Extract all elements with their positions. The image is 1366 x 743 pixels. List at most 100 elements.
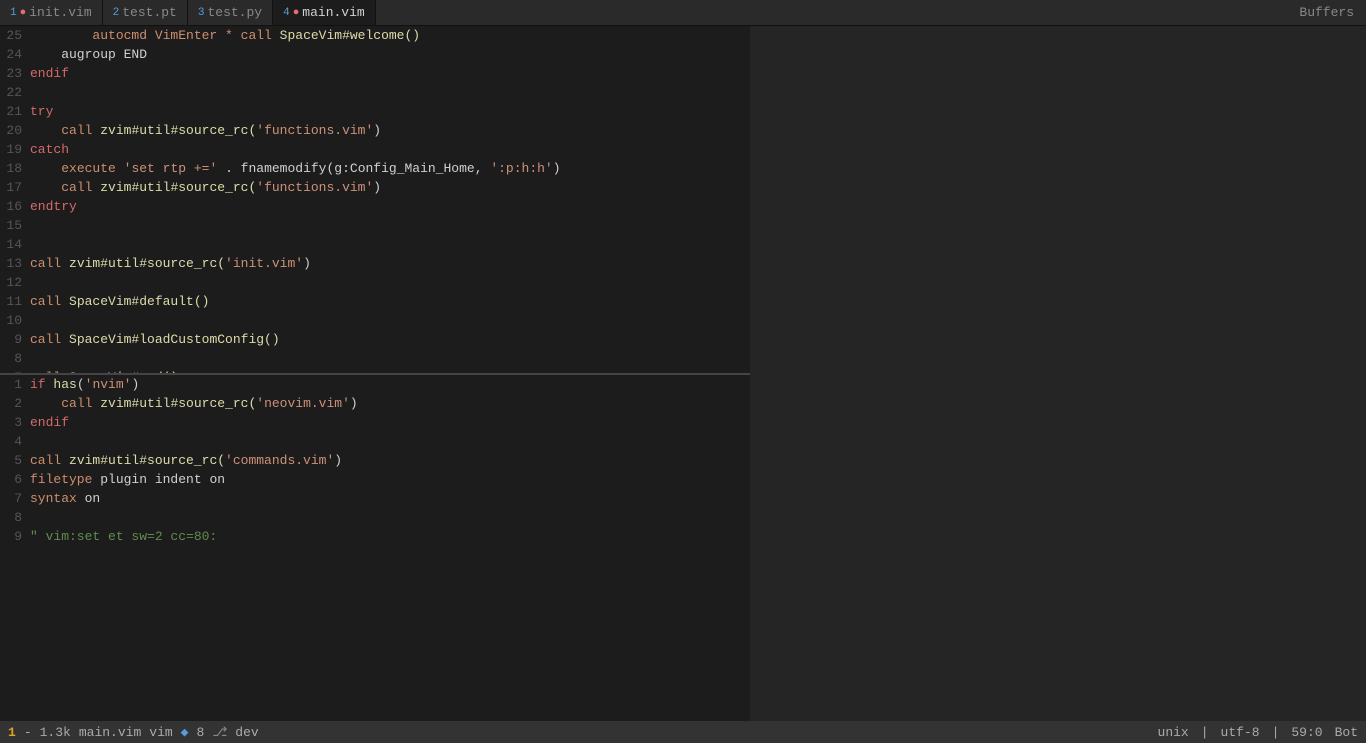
top-lines-container: 25 autocmd VimEnter * call SpaceVim#welc… (0, 26, 750, 373)
bottom-code-section: 1if has('nvim')2 call zvim#util#source_r… (0, 375, 750, 722)
line-content: endtry (30, 197, 77, 216)
tab-label: init.vim (29, 5, 91, 20)
table-row: 22 (0, 83, 750, 102)
code-token: SpaceVim#default() (61, 294, 209, 309)
tab-test-pt[interactable]: 2test.pt (103, 0, 188, 25)
tab-num: 4 (283, 7, 290, 19)
code-token: 'set rtp +=' (124, 161, 218, 176)
tab-test-py[interactable]: 3test.py (188, 0, 273, 25)
code-token: 'functions.vim' (256, 123, 373, 138)
code-token: 'init.vim' (225, 256, 303, 271)
line-content: endif (30, 413, 69, 432)
table-row: 8 (0, 508, 750, 527)
tab-init-vim[interactable]: 1●init.vim (0, 0, 103, 25)
circle-num: 8 (197, 725, 205, 740)
code-token: ) (303, 256, 311, 271)
code-token: 'commands.vim' (225, 453, 334, 468)
line-content: syntax on (30, 489, 100, 508)
table-row: 4 (0, 432, 750, 451)
file-type: vim (149, 725, 172, 740)
line-number: 20 (0, 121, 30, 140)
code-token (30, 123, 61, 138)
line-number: 7 (0, 489, 30, 508)
table-row: 1if has('nvim') (0, 375, 750, 394)
tab-num: 3 (198, 7, 205, 19)
code-token: call (241, 28, 272, 43)
branch-icon: ⎇ (212, 725, 227, 740)
code-token (30, 180, 61, 195)
line-number: 25 (0, 26, 30, 45)
table-row: 10 (0, 311, 750, 330)
code-token: 'functions.vim' (256, 180, 373, 195)
status-sep1: | (1201, 725, 1209, 740)
tab-label: test.py (207, 5, 262, 20)
tab-label: main.vim (302, 5, 364, 20)
line-number: 19 (0, 140, 30, 159)
code-token: call (30, 332, 61, 347)
line-content: execute 'set rtp +=' . fnamemodify(g:Con… (30, 159, 561, 178)
line-number: 17 (0, 178, 30, 197)
code-token: endif (30, 415, 69, 430)
top-code-section: 25 autocmd VimEnter * call SpaceVim#welc… (0, 26, 750, 375)
line-content: call zvim#util#source_rc('neovim.vim') (30, 394, 358, 413)
code-pane: 25 autocmd VimEnter * call SpaceVim#welc… (0, 26, 750, 721)
line-content: call SpaceVim#end() (30, 368, 178, 373)
table-row: 7call SpaceVim#end() (0, 368, 750, 373)
line-content: call SpaceVim#default() (30, 292, 209, 311)
line-number: 13 (0, 254, 30, 273)
table-row: 19catch (0, 140, 750, 159)
file-name: main.vim (79, 725, 141, 740)
line-number: 5 (0, 451, 30, 470)
code-token: augroup END (30, 47, 147, 62)
code-token: ) (373, 123, 381, 138)
code-token: zvim#util#source_rc( (92, 396, 256, 411)
status-sep2: | (1272, 725, 1280, 740)
line-content: catch (30, 140, 69, 159)
code-token: syntax (30, 491, 77, 506)
bottom-lines-container: 1if has('nvim')2 call zvim#util#source_r… (0, 375, 750, 546)
tab-modified-icon: ● (20, 7, 27, 19)
table-row: 11call SpaceVim#default() (0, 292, 750, 311)
code-token: filetype (30, 472, 92, 487)
buffers-label: Buffers (1287, 5, 1366, 20)
tab-main-vim[interactable]: 4●main.vim (273, 0, 376, 25)
code-token: catch (30, 142, 69, 157)
table-row: 20 call zvim#util#source_rc('functions.v… (0, 121, 750, 140)
code-token: zvim#util#source_rc( (61, 256, 225, 271)
table-row: 25 autocmd VimEnter * call SpaceVim#welc… (0, 26, 750, 45)
code-token: 'nvim' (85, 377, 132, 392)
line-number: 11 (0, 292, 30, 311)
file-format: utf-8 (1221, 725, 1260, 740)
line-number: 14 (0, 235, 30, 254)
code-token: call (61, 123, 92, 138)
tab-num: 2 (113, 7, 120, 19)
table-row: 7syntax on (0, 489, 750, 508)
dot-icon: ◆ (181, 725, 189, 740)
table-row: 9call SpaceVim#loadCustomConfig() (0, 330, 750, 349)
table-row: 21try (0, 102, 750, 121)
line-number: 24 (0, 45, 30, 64)
code-token: ) (373, 180, 381, 195)
code-token: zvim#util#source_rc( (92, 123, 256, 138)
line-number: 2 (0, 394, 30, 413)
line-number: 8 (0, 349, 30, 368)
code-token: on (77, 491, 100, 506)
line-content: call zvim#util#source_rc('commands.vim') (30, 451, 342, 470)
code-token: SpaceVim#welcome() (272, 28, 420, 43)
code-token: has (53, 377, 76, 392)
code-token: ) (553, 161, 561, 176)
table-row: 13call zvim#util#source_rc('init.vim') (0, 254, 750, 273)
code-token: call (30, 294, 61, 309)
tab-label: test.pt (122, 5, 177, 20)
line-number: 18 (0, 159, 30, 178)
code-token (116, 161, 124, 176)
table-row: 16endtry (0, 197, 750, 216)
code-token: execute (61, 161, 116, 176)
tab-bar: 1●init.vim2test.pt3test.py4●main.vim Buf… (0, 0, 1366, 26)
line-number: 6 (0, 470, 30, 489)
line-number: 15 (0, 216, 30, 235)
line-number: 9 (0, 330, 30, 349)
line-content: autocmd VimEnter * call SpaceVim#welcome… (30, 26, 420, 45)
code-token: zvim#util#source_rc( (92, 180, 256, 195)
code-token: ) (131, 377, 139, 392)
